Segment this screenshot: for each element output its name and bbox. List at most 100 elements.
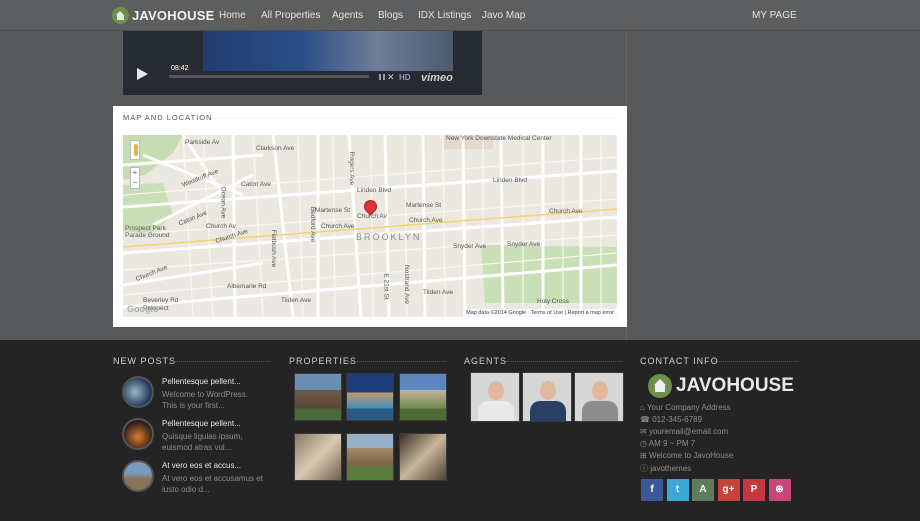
map-label: Church Ave [321,223,355,230]
agents-heading: AGENTS [464,356,508,366]
map-attribution: Map data ©2014 Google Terms of Use | Rep… [463,309,617,317]
map-label: Ocean Ave [219,186,227,219]
terms-of-use-link[interactable]: Terms of Use [531,310,563,316]
site-logo[interactable]: JAVOHOUSE [112,6,214,25]
divider [712,361,798,362]
vimeo-logo[interactable]: vimeo [421,72,453,84]
post-title[interactable]: Pellentesque pellent... [162,419,241,428]
post-thumbnail[interactable] [122,460,154,492]
video-progress-track[interactable] [169,75,369,78]
volume-icon[interactable] [379,74,385,80]
property-thumbnail[interactable] [294,373,342,421]
agent-photo[interactable] [522,372,572,422]
map-streets [123,135,617,317]
hd-button[interactable]: HD [399,73,411,82]
phone-icon: ☎ [640,415,650,424]
post-excerpt: Quisque ligulas ipsum, euismod atras vul.… [162,432,243,452]
android-icon[interactable]: A [692,479,714,501]
map-label: Holy Cross [537,298,569,305]
contact-phone: ☎ 012-345-6789 [640,415,703,424]
post-excerpt: Welcome to WordPress. This is your first.… [162,390,248,410]
agent-photo[interactable] [574,372,624,422]
map-label: Clarkson Ave [256,145,295,152]
contact-hours: ◷ AM 9 ~ PM 7 [640,439,696,448]
video-time: 08:42 [169,65,191,72]
nav-home[interactable]: Home [219,10,246,21]
map-label: Church Ave [409,217,443,224]
map-label: Church Ave [549,208,583,215]
list-item[interactable]: Pellentesque pellent... Welcome to WordP… [122,376,282,410]
property-thumbnail[interactable] [399,433,447,481]
agent-photo[interactable] [470,372,520,422]
info-icon: ⓘ [640,464,648,473]
map-label: Albemarle Rd [227,283,267,290]
map-label: Tilden Ave [281,297,311,304]
divider [348,361,446,362]
google-logo: Google [127,304,158,314]
facebook-icon[interactable]: f [641,479,663,501]
divider [172,361,270,362]
list-item[interactable]: Pellentesque pellent... Quisque ligulas … [122,418,282,452]
map-label: Prospect Park Parade Ground [125,225,170,239]
divider [506,361,622,362]
map-label: Martense St [406,202,442,209]
report-map-error-link[interactable]: Report a map error [568,310,614,316]
neighborhood-label: BROOKLYN [356,232,422,242]
map-label: Parkside Av [185,139,220,146]
map-data-credit: Map data ©2014 Google [466,310,527,316]
property-thumbnail[interactable] [399,373,447,421]
contact-welcome: ⊞ Welcome to JavoHouse [640,451,734,460]
street-view-pegman-icon[interactable] [130,140,140,160]
map-label: Church Av [206,223,236,230]
list-item[interactable]: At vero eos et accus... At vero eos et a… [122,460,282,494]
property-thumbnail[interactable] [346,373,394,421]
clock-icon: ◷ [640,439,647,448]
footer-logo[interactable]: JAVOHOUSE [648,374,794,398]
post-title[interactable]: Pellentesque pellent... [162,377,241,386]
new-posts-heading: NEW POSTS [113,356,177,366]
map-label: Martense St [315,207,351,214]
envelope-icon: ✉ [640,427,647,436]
map-label: Snyder Ave [453,243,487,250]
twitter-icon[interactable]: t [666,479,689,501]
map-label: E 21st St [382,273,390,300]
post-thumbnail[interactable] [122,376,154,408]
plus-square-icon: ⊞ [640,451,647,460]
map-label: Church Av [357,213,387,220]
divider [211,118,616,119]
post-excerpt: At vero eos et accusamus et iusto odio d.… [162,474,263,494]
play-icon[interactable] [137,68,148,80]
nav-javo-map[interactable]: Javo Map [482,10,525,21]
nav-idx-listings[interactable]: IDX Listings [418,10,471,21]
google-map[interactable]: Parkside Av Clarkson Ave New York Downst… [123,135,617,317]
post-title[interactable]: At vero eos et accus... [162,461,241,470]
logo-text: JAVOHOUSE [132,8,215,23]
nav-agents[interactable]: Agents [332,10,363,21]
map-label: Rogers Ave [348,151,356,186]
nav-all-properties[interactable]: All Properties [261,10,320,21]
map-label: Beverley Rd [143,297,179,304]
top-navigation-bar: JAVOHOUSE Home All Properties Agents Blo… [0,0,920,31]
google-plus-icon[interactable]: g+ [717,479,740,501]
map-label: Linden Blvd [493,177,527,184]
property-thumbnail[interactable] [294,433,342,481]
map-label: Snyder Ave [507,241,541,248]
property-thumbnail[interactable] [346,433,394,481]
nav-my-page[interactable]: MY PAGE [752,10,797,21]
home-icon: ⌂ [640,403,645,412]
contact-handle[interactable]: ⓘ javothemes [640,463,691,474]
dribbble-icon[interactable]: ⊛ [768,479,791,501]
properties-heading: PROPERTIES [289,356,357,366]
video-player[interactable]: 08:42 ✕ HD vimeo [123,31,482,95]
footer-logo-text: JAVOHOUSE [676,375,794,396]
map-zoom-control[interactable]: + − [130,167,140,189]
nav-blogs[interactable]: Blogs [378,10,403,21]
map-label: Bedford Ave [309,206,317,243]
pinterest-icon[interactable]: P [743,479,765,501]
post-thumbnail[interactable] [122,418,154,450]
contact-email[interactable]: ✉ youremail@email.com [640,427,728,436]
contact-info-heading: CONTACT INFO [640,356,719,366]
fullscreen-icon[interactable]: ✕ [387,72,395,83]
map-label: Linden Blvd [357,187,391,194]
contact-address: ⌂ Your Company Address [640,403,731,412]
